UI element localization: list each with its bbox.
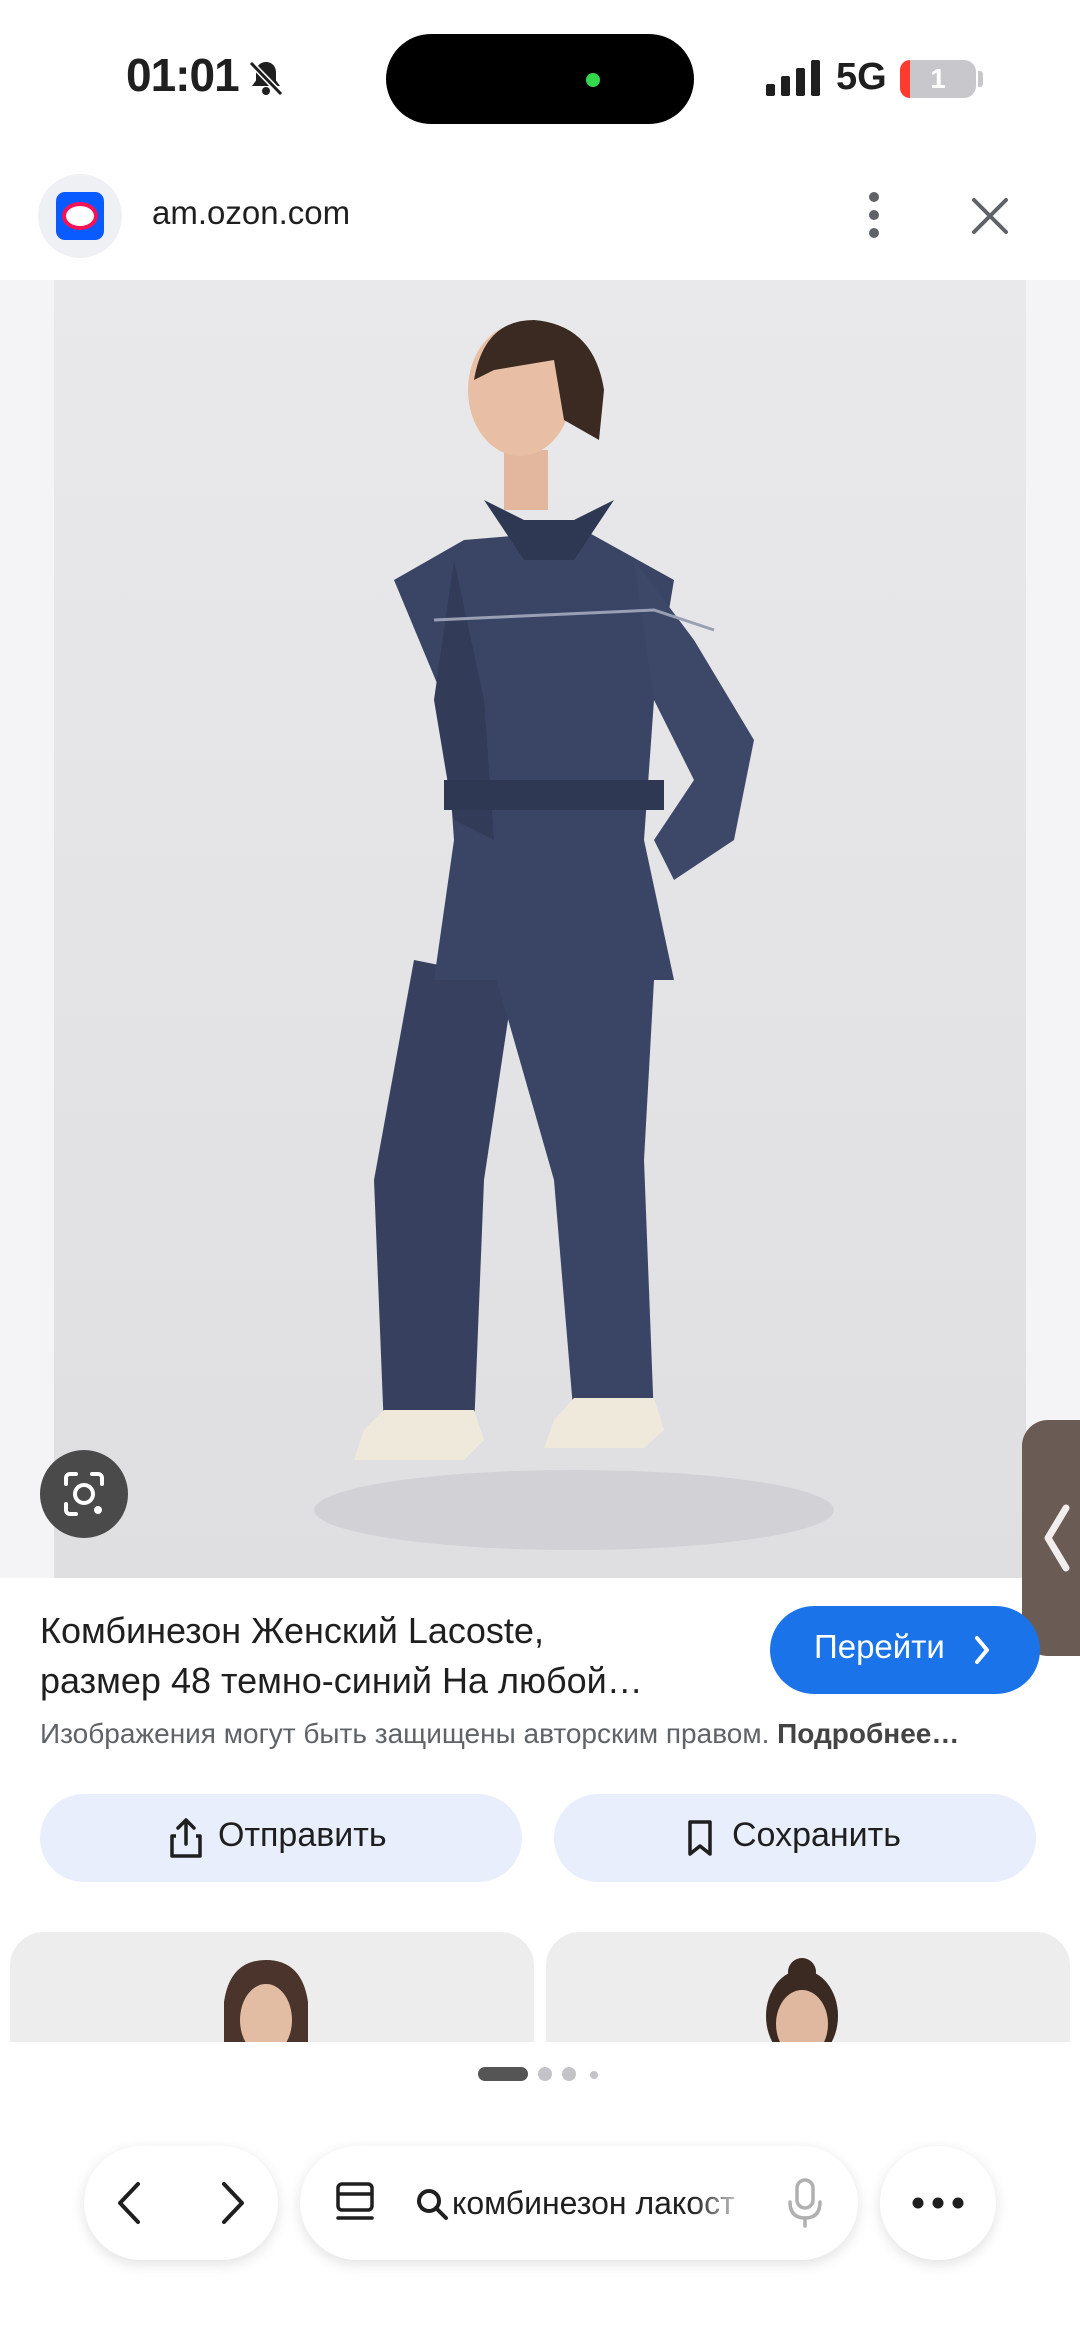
- lens-search-icon: [64, 1472, 104, 1516]
- share-icon: [170, 1818, 202, 1858]
- back-arrow-icon[interactable]: [112, 2180, 148, 2226]
- status-time: 01:01: [126, 49, 240, 101]
- pager-dot: [590, 2071, 598, 2079]
- product-title-line-1: Комбинезон Женский Lacoste,: [40, 1610, 544, 1651]
- forward-arrow-icon[interactable]: [214, 2180, 250, 2226]
- search-icon: [417, 2189, 448, 2220]
- signal-bars-icon: [766, 60, 820, 96]
- bookmark-icon: [688, 1820, 712, 1856]
- side-panel-handle[interactable]: [1022, 1420, 1080, 1656]
- product-title[interactable]: Комбинезон Женский Lacoste, размер 48 те…: [40, 1606, 740, 1706]
- save-button[interactable]: Сохранить: [554, 1794, 1036, 1882]
- microphone-icon[interactable]: [784, 2176, 826, 2230]
- related-image-2[interactable]: [546, 1932, 1070, 2042]
- tabs-icon[interactable]: [334, 2180, 378, 2226]
- pager-dot-active: [478, 2067, 528, 2081]
- ozon-favicon: [38, 174, 122, 258]
- product-photo[interactable]: [54, 280, 1026, 1578]
- share-button[interactable]: Отправить: [40, 1794, 522, 1882]
- chevron-right-icon: [975, 1636, 989, 1664]
- share-label: Отправить: [218, 1816, 387, 1854]
- more-horizontal-icon: [912, 2197, 964, 2209]
- visit-site-label: Перейти: [814, 1628, 945, 1665]
- related-photo-2: [766, 1958, 838, 2042]
- learn-more-link[interactable]: Подробнее…: [777, 1718, 959, 1749]
- chevron-left-icon: [1044, 1504, 1070, 1572]
- copyright-notice: Изображения могут быть защищены авторски…: [40, 1718, 1040, 1750]
- product-title-line-2: размер 48 темно-синий На любой…: [40, 1660, 643, 1701]
- network-type: 5G: [836, 56, 887, 98]
- more-vertical-icon[interactable]: [862, 190, 886, 240]
- save-label: Сохранить: [732, 1816, 901, 1854]
- pager-dot: [538, 2067, 552, 2081]
- dynamic-island: [386, 34, 694, 124]
- site-domain[interactable]: am.ozon.com: [152, 194, 350, 232]
- battery-percent: 1: [930, 63, 946, 94]
- related-image-1[interactable]: [10, 1932, 534, 2042]
- search-query[interactable]: комбинезон лакост: [452, 2180, 752, 2226]
- camera-indicator-dot: [586, 73, 600, 87]
- bell-slash-icon: [248, 60, 284, 97]
- close-icon[interactable]: [970, 196, 1010, 236]
- copyright-text: Изображения могут быть защищены авторски…: [40, 1718, 770, 1749]
- battery-cap: [978, 71, 983, 87]
- related-photo-1: [224, 1960, 308, 2042]
- pager-dot: [562, 2067, 576, 2081]
- lens-search-button[interactable]: [40, 1450, 128, 1538]
